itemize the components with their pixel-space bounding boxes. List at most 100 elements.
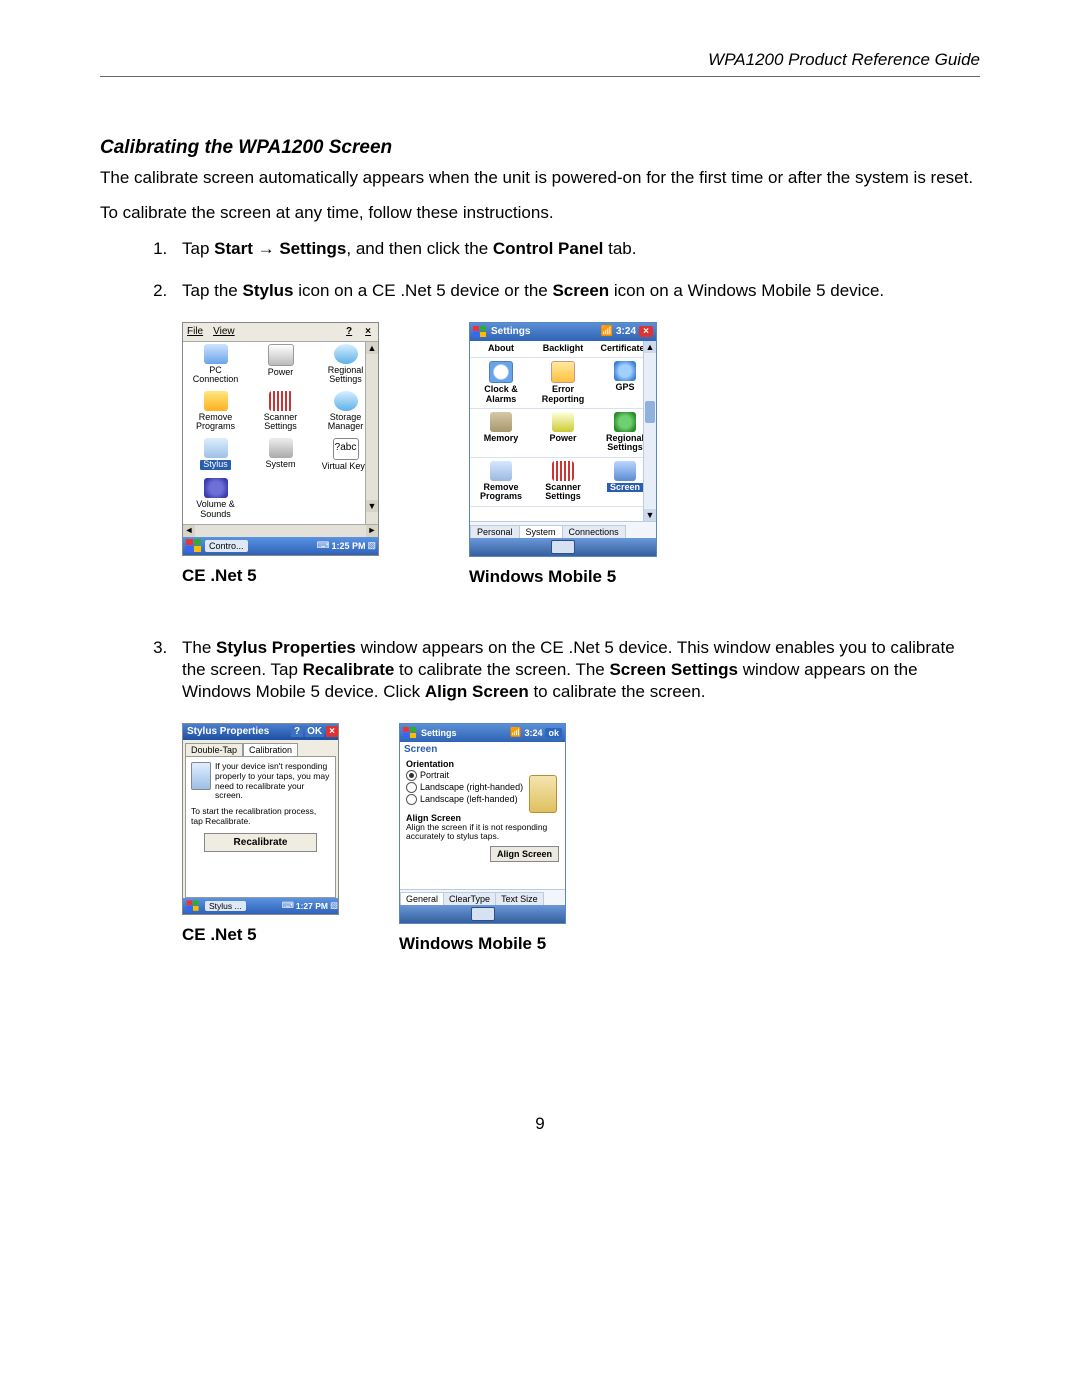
ce-menu-file[interactable]: File (187, 326, 203, 337)
wm-screen-settings-screenshot: Settings 📶 3:24 ok Screen Orientation Po… (399, 723, 566, 924)
signal-icon: 📶 (601, 326, 613, 337)
stylus-titlebar: Stylus Properties ? OK × (183, 724, 338, 740)
screen-tabs: General ClearType Text Size (400, 889, 565, 905)
step-3: The Stylus Properties window appears on … (172, 637, 980, 703)
screen-titlebar: Settings 📶 3:24 ok (400, 724, 565, 742)
wm-item-clock-alarms[interactable]: Clock &Alarms (470, 358, 532, 408)
close-icon[interactable]: × (326, 726, 338, 737)
start-flag-icon[interactable] (186, 539, 202, 553)
scroll-up-icon[interactable]: ▲ (366, 342, 378, 354)
radio-dot-icon[interactable] (406, 770, 417, 781)
ce-caption-2: CE .Net 5 (182, 925, 339, 945)
wm-item-remove-programs[interactable]: RemovePrograms (470, 458, 532, 506)
signal-icon: 📶 (510, 727, 521, 738)
ce-item-remove-programs[interactable]: RemovePrograms (183, 389, 248, 436)
wm-item-about[interactable]: About (470, 341, 532, 357)
screen-softkey-bar (400, 905, 565, 923)
ce-item-label: Power (248, 368, 313, 377)
pc-connection-icon (204, 344, 228, 364)
keyboard-icon[interactable] (471, 907, 495, 921)
ce-taskbar: Contro... ⌨ 1:25 PM ▧ (183, 537, 378, 555)
device-preview-icon (529, 775, 557, 813)
ce-item-label: Stylus (183, 460, 248, 469)
help-icon[interactable]: ? (346, 326, 352, 337)
regional-settings-icon (614, 412, 636, 432)
keyboard-icon[interactable] (551, 540, 575, 554)
ce-menubar: File View ? × (183, 323, 378, 342)
ok-button[interactable]: ok (545, 728, 562, 738)
taskbar-app-button[interactable]: Contro... (205, 540, 248, 552)
ce-item-label: System (248, 460, 313, 469)
stylus-properties-screenshot: Stylus Properties ? OK × Double-Tap Cali… (182, 723, 339, 915)
wm-item-error-reporting[interactable]: ErrorReporting (532, 358, 594, 408)
close-icon[interactable]: × (362, 326, 374, 337)
wm-caption: Windows Mobile 5 (469, 567, 657, 587)
tray-icon[interactable]: ⌨ (316, 540, 329, 551)
page-number: 9 (100, 1114, 980, 1134)
tab-calibration[interactable]: Calibration (243, 743, 298, 756)
ce-item-pc-connection[interactable]: PCConnection (183, 342, 248, 389)
step-1: Tap Start → Settings, and then click the… (172, 238, 980, 260)
vertical-scrollbar[interactable]: ▲ ▼ (365, 342, 378, 524)
recalibrate-button[interactable]: Recalibrate (204, 833, 317, 852)
ce-item-stylus[interactable]: Stylus (183, 436, 248, 476)
help-icon[interactable]: ? (291, 726, 303, 737)
scroll-up-icon[interactable]: ▲ (644, 341, 656, 353)
storage-manager-icon (334, 391, 358, 411)
remove-programs-icon (490, 461, 512, 481)
stylus-title-text: Stylus Properties (187, 726, 269, 737)
ok-button[interactable]: OK (305, 726, 324, 737)
error-reporting-icon (551, 361, 575, 383)
scroll-left-icon[interactable]: ◄ (183, 525, 195, 537)
radio-dot-icon[interactable] (406, 782, 417, 793)
ce-item-power[interactable]: Power (248, 342, 313, 389)
regional-settings-icon (334, 344, 358, 364)
stylus-icon (204, 438, 228, 458)
ce-item-volume-sounds[interactable]: Volume &Sounds (183, 476, 248, 523)
doc-header: WPA1200 Product Reference Guide (100, 50, 980, 77)
tab-connections[interactable]: Connections (562, 525, 626, 538)
tab-general[interactable]: General (400, 892, 444, 905)
tray-icon[interactable]: ▧ (330, 900, 338, 911)
wm-item-scanner-settings[interactable]: ScannerSettings (532, 458, 594, 506)
ce-item-scanner-settings[interactable]: ScannerSettings (248, 389, 313, 436)
vertical-scrollbar[interactable]: ▲ ▼ (643, 341, 656, 521)
ce-item-system[interactable]: System (248, 436, 313, 476)
scroll-down-icon[interactable]: ▼ (366, 500, 378, 512)
device-icon (191, 762, 211, 790)
start-flag-icon[interactable] (403, 727, 417, 739)
wm-clock: 3:24 (616, 326, 636, 337)
radio-dot-icon[interactable] (406, 794, 417, 805)
wm-item-power[interactable]: Power (532, 409, 594, 457)
intro-para-1: The calibrate screen automatically appea… (100, 167, 980, 188)
tab-personal[interactable]: Personal (470, 525, 520, 538)
align-screen-button[interactable]: Align Screen (490, 846, 559, 862)
scroll-down-icon[interactable]: ▼ (644, 509, 656, 521)
tray-icon[interactable]: ▧ (367, 540, 376, 551)
wm-softkey-bar (470, 538, 656, 556)
wm-item-backlight[interactable]: Backlight (532, 341, 594, 357)
power-icon (552, 412, 574, 432)
start-flag-icon[interactable] (187, 900, 200, 911)
close-icon[interactable]: × (639, 326, 653, 337)
taskbar-clock: 1:27 PM (296, 901, 328, 911)
tray-icon[interactable]: ⌨ (282, 900, 294, 911)
taskbar-app-button[interactable]: Stylus ... (205, 901, 246, 911)
horizontal-scrollbar[interactable]: ◄ ► (183, 524, 378, 537)
start-flag-icon[interactable] (473, 326, 487, 338)
virtual-keys-icon: ?abc (333, 438, 359, 460)
scroll-right-icon[interactable]: ► (366, 525, 378, 537)
scroll-thumb[interactable] (645, 401, 655, 423)
wm-title-text: Settings (491, 326, 530, 337)
tab-cleartype[interactable]: ClearType (443, 892, 496, 905)
tab-system[interactable]: System (519, 525, 563, 538)
ce-menu-view[interactable]: View (213, 326, 235, 337)
stylus-hint: To start the recalibration process, tap … (191, 807, 330, 827)
tab-double-tap[interactable]: Double-Tap (185, 743, 243, 756)
tab-textsize[interactable]: Text Size (495, 892, 544, 905)
wm-tabs: Personal System Connections (470, 521, 656, 538)
orientation-label: Orientation (406, 759, 559, 769)
section-title: Calibrating the WPA1200 Screen (100, 137, 980, 159)
wm-item-memory[interactable]: Memory (470, 409, 532, 457)
wm-settings-screenshot: Settings 📶 3:24 × AboutBacklightCertific… (469, 322, 657, 557)
